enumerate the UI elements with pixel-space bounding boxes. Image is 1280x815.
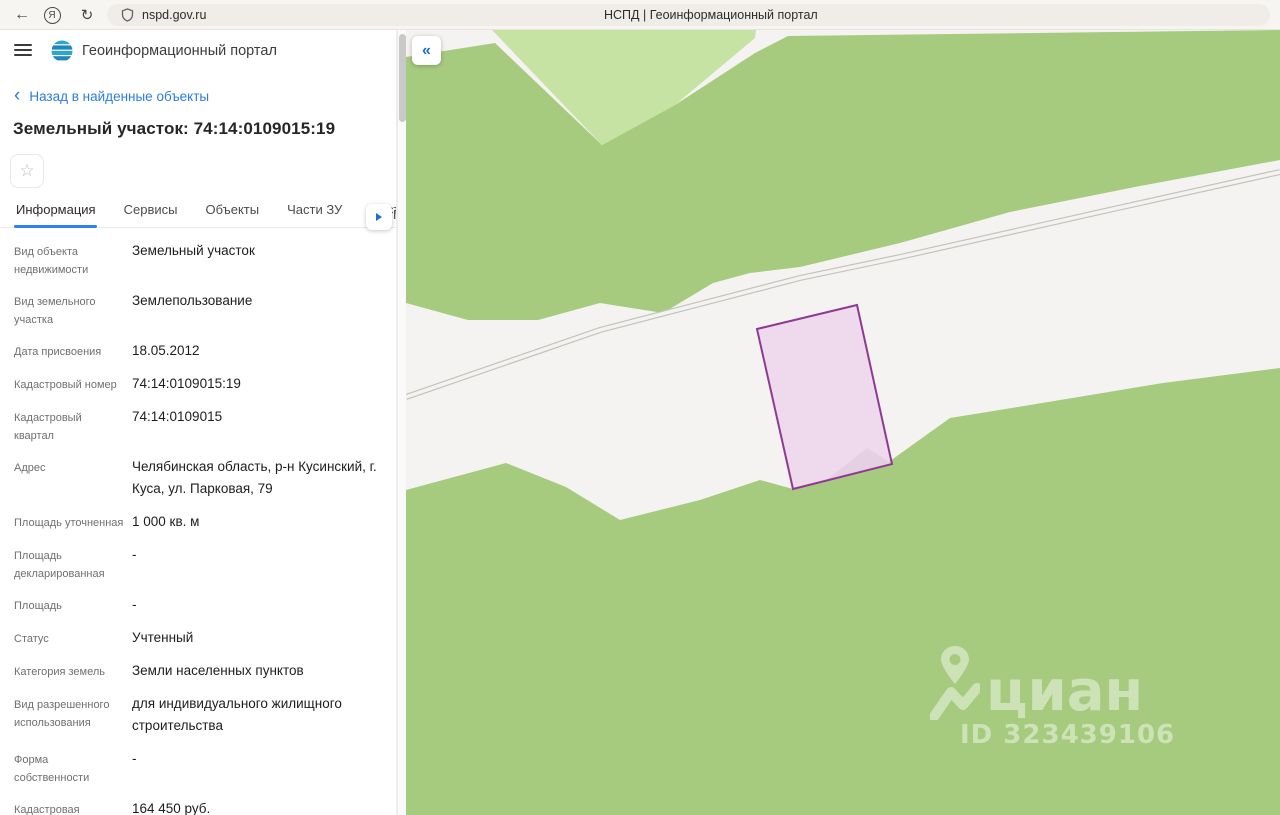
attribute-row: Адрес Челябинская область, р-н Кусинский… [14,459,384,500]
attribute-label: Статус [14,633,49,645]
tab-objects[interactable]: Объекты [205,202,259,226]
attribute-row: Вид объекта недвижимости Земельный участ… [14,243,384,279]
attribute-label: Вид объекта недвижимости [14,246,89,276]
attribute-label: Кадастровая стоимость [14,804,80,815]
attribute-value: Землепользование [132,293,253,308]
site-security-shield-icon[interactable] [121,8,134,22]
attribute-value: 164 450 руб. [132,801,211,815]
tab-services[interactable]: Сервисы [124,202,178,226]
map-canvas[interactable]: « циан ID 323439106 [406,30,1280,815]
attribute-label: Кадастровый квартал [14,412,82,442]
cian-watermark: циан ID 323439106 [930,644,1175,748]
attribute-value: Учтенный [132,630,194,645]
attribute-value: 74:14:0109015:19 [132,376,241,391]
chevron-left-icon: ‹ [14,85,21,106]
attribute-label: Категория земель [14,666,105,678]
attribute-label: Площадь уточненная [14,517,124,529]
attribute-row: Статус Учтенный [14,630,384,649]
info-panel: Геоинформационный портал ‹ Назад в найде… [0,30,397,815]
tab-parts-zu[interactable]: Части ЗУ [287,202,342,226]
parcel-polygon[interactable] [755,303,894,491]
attribute-row: Кадастровая стоимость 164 450 руб. [14,801,384,815]
browser-profile-icon[interactable]: Я [40,0,64,30]
attribute-value: 74:14:0109015 [132,409,223,424]
url-text: nspd.gov.ru [142,8,207,22]
attribute-label: Площадь декларированная [14,550,105,580]
cian-pin-icon [930,646,980,720]
attributes-list: Вид объекта недвижимости Земельный участ… [14,243,384,815]
back-link-label: Назад в найденные объекты [29,88,210,104]
panel-scrollbar[interactable] [397,30,406,815]
tab-information[interactable]: Информация [16,202,96,226]
attribute-value: - [132,547,137,562]
attribute-value: 1 000 кв. м [132,514,200,529]
scrollbar-thumb[interactable] [399,34,406,122]
attribute-row: Вид разрешенного использования для индив… [14,696,384,737]
attribute-row: Форма собственности - [14,751,384,787]
browser-reload-button[interactable]: ↻ [74,0,100,30]
attribute-label: Вид разрешенного использования [14,699,110,729]
attribute-value: - [132,751,137,766]
attribute-label: Адрес [14,462,46,474]
tabs-scroll-right-button[interactable] [366,204,392,230]
attribute-row: Вид земельного участка Землепользование [14,293,384,329]
menu-hamburger-icon[interactable] [14,44,32,58]
attribute-row: Категория земель Земли населенных пункто… [14,663,384,682]
attribute-value: 18.05.2012 [132,343,200,358]
cian-watermark-id: ID 323439106 [960,720,1176,750]
attribute-row: Кадастровый квартал 74:14:0109015 [14,409,384,445]
attribute-row: Площадь декларированная - [14,547,384,583]
attribute-value: Земельный участок [132,243,255,258]
attribute-row: Дата присвоения 18.05.2012 [14,343,384,362]
favorite-star-button[interactable]: ☆ [10,154,44,188]
collapse-panel-button[interactable]: « [412,36,441,65]
attribute-label: Форма собственности [14,754,90,784]
attribute-label: Дата присвоения [14,346,102,358]
back-to-results-link[interactable]: ‹ Назад в найденные объекты [14,85,210,106]
attribute-value: Земли населенных пунктов [132,663,304,678]
attribute-label: Площадь [14,600,62,612]
attribute-label: Кадастровый номер [14,379,117,391]
tab-bar: Информация Сервисы Объекты Части ЗУ Сост… [16,202,396,226]
browser-page-title: НСПД | Геоинформационный портал [604,8,818,22]
attribute-row: Кадастровый номер 74:14:0109015:19 [14,376,384,395]
attribute-row: Площадь - [14,597,384,616]
geoportal-logo-icon [50,39,74,63]
app-title: Геоинформационный портал [82,43,277,59]
attribute-row: Площадь уточненная 1 000 кв. м [14,514,384,533]
chevron-right-icon [376,213,382,221]
double-chevron-left-icon: « [422,41,431,59]
attribute-value: - [132,597,137,612]
page-title: Земельный участок: 74:14:0109015:19 [13,119,336,138]
active-tab-underline [14,225,97,228]
browser-bar: ← Я ↻ nspd.gov.ru НСПД | Геоинформационн… [0,0,1280,30]
browser-back-button[interactable]: ← [8,0,36,30]
attribute-value: для индивидуального жилищного строительс… [132,696,342,733]
star-icon: ☆ [19,161,35,180]
attribute-label: Вид земельного участка [14,296,96,326]
profile-letter: Я [43,6,61,24]
attribute-value: Челябинская область, р-н Кусинский, г. К… [132,459,377,496]
cian-watermark-brand: циан [986,659,1144,724]
